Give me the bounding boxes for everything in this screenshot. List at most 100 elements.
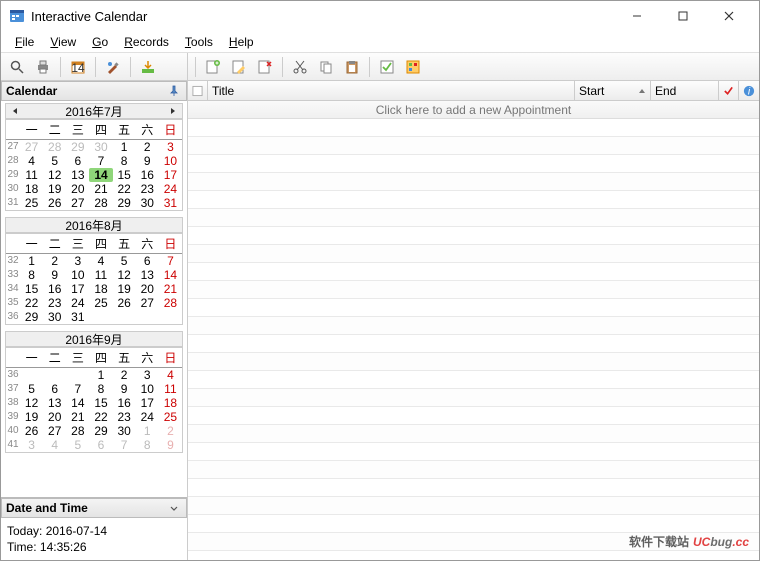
- categories-button[interactable]: [401, 56, 425, 78]
- calendar-day[interactable]: 2: [159, 424, 182, 438]
- pin-button[interactable]: [166, 83, 182, 99]
- list-row[interactable]: [188, 497, 759, 515]
- calendar-day[interactable]: 5: [113, 254, 136, 268]
- calendar-day[interactable]: [43, 368, 66, 382]
- calendar-day[interactable]: 20: [43, 410, 66, 424]
- calendar-day[interactable]: 23: [43, 296, 66, 310]
- add-appointment-row[interactable]: Click here to add a new Appointment: [188, 101, 759, 119]
- calendar-day[interactable]: [113, 310, 136, 324]
- calendar-day[interactable]: 3: [159, 140, 182, 154]
- calendar-day[interactable]: 5: [20, 382, 43, 396]
- calendar-day[interactable]: 20: [136, 282, 159, 296]
- calendar-day[interactable]: 5: [43, 154, 66, 168]
- calendar-day[interactable]: 26: [20, 424, 43, 438]
- list-row[interactable]: [188, 443, 759, 461]
- column-start[interactable]: Start: [575, 81, 651, 100]
- calendar-day[interactable]: 16: [43, 282, 66, 296]
- calendar-day[interactable]: [159, 310, 182, 324]
- calendar-day[interactable]: 27: [43, 424, 66, 438]
- calendar-day[interactable]: 9: [136, 154, 159, 168]
- list-row[interactable]: [188, 155, 759, 173]
- column-done[interactable]: [719, 81, 739, 100]
- calendar-day[interactable]: 18: [20, 182, 43, 196]
- calendar-day[interactable]: 18: [89, 282, 112, 296]
- calendar-day[interactable]: 4: [89, 254, 112, 268]
- next-month-button[interactable]: [166, 104, 180, 118]
- calendar-day[interactable]: 8: [113, 154, 136, 168]
- close-button[interactable]: [707, 2, 751, 30]
- calendar-day[interactable]: 18: [159, 396, 182, 410]
- calendar-day[interactable]: 19: [20, 410, 43, 424]
- list-row[interactable]: [188, 245, 759, 263]
- edit-button[interactable]: [227, 56, 251, 78]
- calendar-day[interactable]: 25: [159, 410, 182, 424]
- calendar-day[interactable]: 6: [89, 438, 112, 452]
- calendar-day[interactable]: 28: [43, 140, 66, 154]
- list-row[interactable]: [188, 227, 759, 245]
- calendar-day[interactable]: 21: [66, 410, 89, 424]
- calendar-day[interactable]: 21: [89, 182, 112, 196]
- calendar-day[interactable]: 30: [113, 424, 136, 438]
- calendar-day[interactable]: 15: [113, 168, 136, 182]
- calendar-day[interactable]: 7: [66, 382, 89, 396]
- calendar-day[interactable]: 15: [20, 282, 43, 296]
- calendar-day[interactable]: 23: [136, 182, 159, 196]
- calendar-day[interactable]: 29: [113, 196, 136, 210]
- list-row[interactable]: [188, 317, 759, 335]
- prev-month-button[interactable]: [8, 104, 22, 118]
- list-row[interactable]: [188, 209, 759, 227]
- calendar-day[interactable]: 11: [89, 268, 112, 282]
- calendar-day[interactable]: 29: [89, 424, 112, 438]
- calendar-day[interactable]: [136, 310, 159, 324]
- calendar-day[interactable]: 12: [20, 396, 43, 410]
- column-end[interactable]: End: [651, 81, 719, 100]
- calendar-day[interactable]: 22: [89, 410, 112, 424]
- calendar-day[interactable]: [20, 368, 43, 382]
- column-title[interactable]: Title: [208, 81, 575, 100]
- calendar-day[interactable]: 29: [66, 140, 89, 154]
- calendar-day[interactable]: 10: [66, 268, 89, 282]
- calendar-day[interactable]: 6: [136, 254, 159, 268]
- list-row[interactable]: [188, 461, 759, 479]
- calendar-day[interactable]: 22: [20, 296, 43, 310]
- list-row[interactable]: [188, 371, 759, 389]
- calendar-day[interactable]: 4: [159, 368, 182, 382]
- copy-button[interactable]: [314, 56, 338, 78]
- print-button[interactable]: [31, 56, 55, 78]
- maximize-button[interactable]: [661, 2, 705, 30]
- calendar-day[interactable]: 13: [136, 268, 159, 282]
- list-row[interactable]: [188, 407, 759, 425]
- list-row[interactable]: [188, 551, 759, 560]
- menu-file[interactable]: File: [7, 32, 42, 52]
- calendar-day[interactable]: 24: [66, 296, 89, 310]
- calendar-day[interactable]: 14: [159, 268, 182, 282]
- paste-button[interactable]: [340, 56, 364, 78]
- calendar-day[interactable]: 28: [159, 296, 182, 310]
- calendar-day[interactable]: 10: [136, 382, 159, 396]
- import-button[interactable]: [136, 56, 160, 78]
- calendar-day[interactable]: 11: [159, 382, 182, 396]
- list-row[interactable]: [188, 173, 759, 191]
- list-row[interactable]: [188, 335, 759, 353]
- calendar-day[interactable]: 30: [136, 196, 159, 210]
- column-info[interactable]: i: [739, 81, 759, 100]
- menu-view[interactable]: View: [42, 32, 84, 52]
- calendar-day[interactable]: [89, 310, 112, 324]
- calendar-day[interactable]: 11: [20, 168, 43, 182]
- column-icon[interactable]: [188, 81, 208, 100]
- calendar-day[interactable]: 28: [66, 424, 89, 438]
- calendar-day[interactable]: 2: [43, 254, 66, 268]
- calendar-day[interactable]: 25: [20, 196, 43, 210]
- calendar-day[interactable]: 14: [66, 396, 89, 410]
- search-button[interactable]: [5, 56, 29, 78]
- calendar-day[interactable]: 8: [89, 382, 112, 396]
- calendar-day[interactable]: 6: [43, 382, 66, 396]
- calendar-day[interactable]: 5: [66, 438, 89, 452]
- today-button[interactable]: 14: [66, 56, 90, 78]
- calendar-day[interactable]: 14: [89, 168, 112, 182]
- list-row[interactable]: [188, 263, 759, 281]
- calendar-day[interactable]: 30: [43, 310, 66, 324]
- list-row[interactable]: [188, 425, 759, 443]
- calendar-day[interactable]: 3: [136, 368, 159, 382]
- calendar-day[interactable]: 17: [136, 396, 159, 410]
